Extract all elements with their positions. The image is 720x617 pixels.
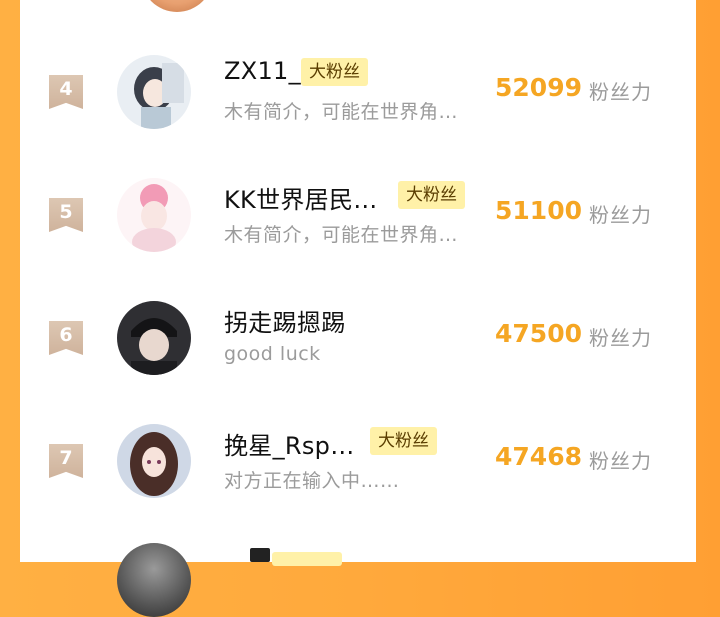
next-user-avatar-partial[interactable] bbox=[117, 543, 191, 617]
user-bio: 木有简介，可能在世界角… bbox=[224, 101, 459, 123]
user-bio: good luck bbox=[224, 343, 321, 365]
user-avatar[interactable] bbox=[117, 55, 191, 129]
previous-user-avatar-partial[interactable] bbox=[141, 0, 213, 12]
user-name[interactable]: 挽星_Rsp… bbox=[224, 426, 355, 461]
user-avatar[interactable] bbox=[117, 424, 191, 498]
avatar-anime-girl-brown-hair-icon bbox=[117, 424, 191, 498]
next-user-name-partial bbox=[250, 548, 270, 562]
fan-power-label: 粉丝力 bbox=[589, 326, 652, 350]
rank-number: 7 bbox=[59, 447, 73, 469]
avatar-anime-girl-gray-hair-icon bbox=[117, 55, 191, 129]
rank-number: 4 bbox=[59, 78, 73, 100]
rank-number: 5 bbox=[59, 201, 73, 223]
rank-badge: 7 bbox=[49, 444, 83, 478]
avatar-person-black-cap-icon bbox=[117, 301, 191, 375]
fan-power-score: 47500 bbox=[495, 319, 582, 348]
ranking-list-card: 4 ZX11_ 大粉丝 木有简介，可能在世界角… 52099 粉丝力 5 KK世… bbox=[20, 0, 696, 617]
rank-number: 6 bbox=[59, 324, 73, 346]
fan-power-score: 51100 bbox=[495, 196, 582, 225]
big-fan-badge: 大粉丝 bbox=[301, 58, 368, 86]
user-bio: 木有简介，可能在世界角… bbox=[224, 224, 459, 246]
ranking-row-6[interactable]: 6 拐走踢摁踢 good luck 47500 粉丝力 bbox=[20, 301, 696, 411]
rank-badge: 6 bbox=[49, 321, 83, 355]
user-bio: 对方正在输入中…… bbox=[224, 470, 400, 492]
next-user-badge-partial bbox=[272, 552, 342, 566]
fan-power-score: 52099 bbox=[495, 73, 582, 102]
ranking-row-5[interactable]: 5 KK世界居民… 大粉丝 木有简介，可能在世界角… 51100 粉丝力 bbox=[20, 178, 696, 288]
user-name[interactable]: KK世界居民… bbox=[224, 180, 378, 215]
big-fan-badge: 大粉丝 bbox=[398, 181, 465, 209]
user-name[interactable]: 拐走踢摁踢 bbox=[224, 303, 346, 338]
ranking-row-7[interactable]: 7 挽星_Rsp… 大粉丝 对方正在输入中…… 47468 粉丝力 bbox=[20, 424, 696, 534]
ranking-row-4[interactable]: 4 ZX11_ 大粉丝 木有简介，可能在世界角… 52099 粉丝力 bbox=[20, 55, 696, 165]
fan-power-label: 粉丝力 bbox=[589, 203, 652, 227]
user-name[interactable]: ZX11_ bbox=[224, 57, 301, 85]
user-avatar[interactable] bbox=[117, 178, 191, 252]
fan-power-label: 粉丝力 bbox=[589, 80, 652, 104]
rank-badge: 5 bbox=[49, 198, 83, 232]
big-fan-badge: 大粉丝 bbox=[370, 427, 437, 455]
rank-badge: 4 bbox=[49, 75, 83, 109]
avatar-anime-girl-pink-hair-icon bbox=[117, 178, 191, 252]
user-avatar[interactable] bbox=[117, 301, 191, 375]
fan-power-score: 47468 bbox=[495, 442, 582, 471]
fan-power-label: 粉丝力 bbox=[589, 449, 652, 473]
